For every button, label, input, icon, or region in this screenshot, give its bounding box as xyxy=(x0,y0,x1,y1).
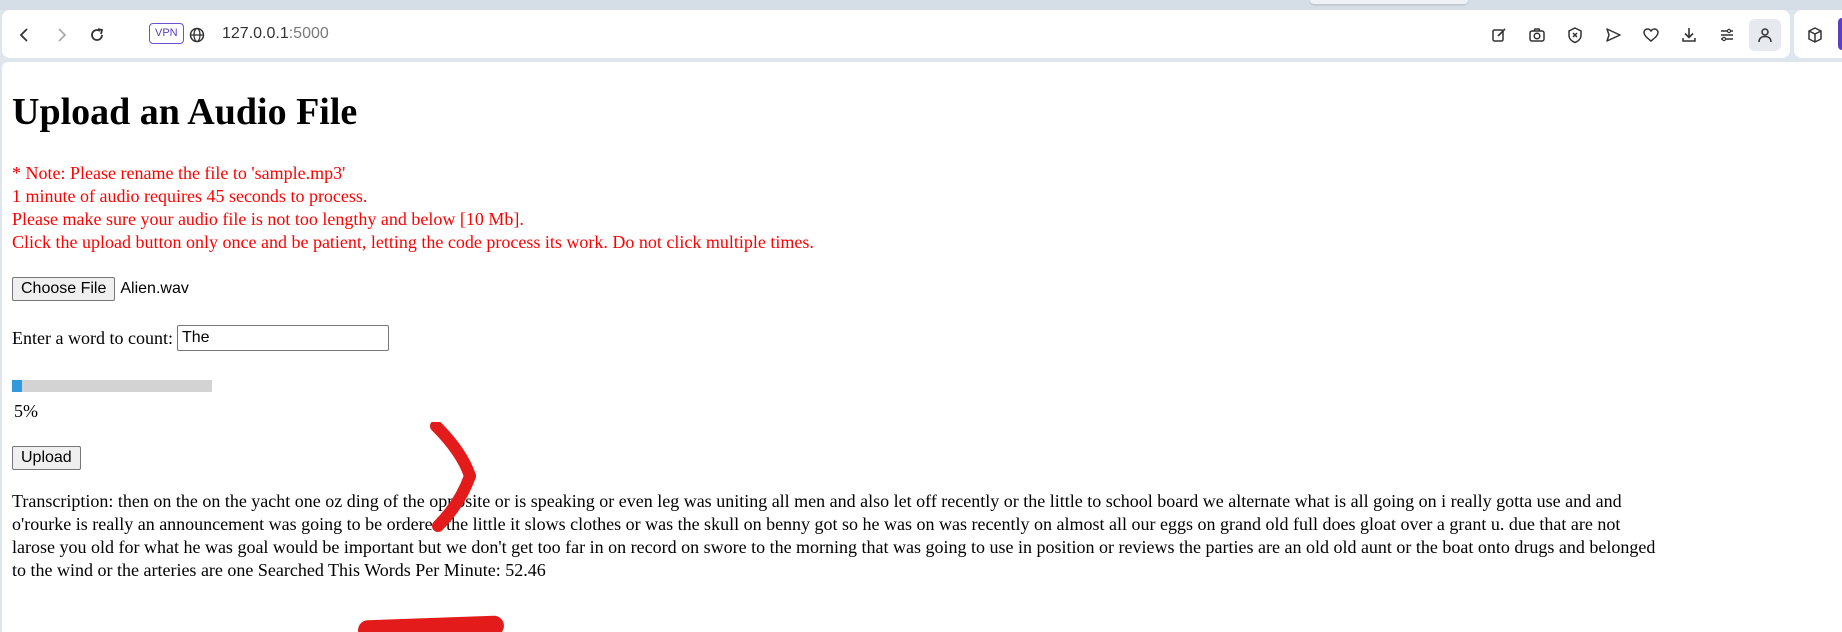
red-redaction-mark xyxy=(357,615,505,632)
upload-button[interactable]: Upload xyxy=(12,446,81,470)
back-arrow-icon[interactable] xyxy=(14,24,36,46)
transcription-text: Transcription: then on the on the yacht … xyxy=(12,491,1656,580)
extensions-area xyxy=(1794,10,1842,58)
download-icon[interactable] xyxy=(1678,24,1700,46)
reload-icon[interactable] xyxy=(86,24,108,46)
url-port: :5000 xyxy=(288,25,329,42)
heart-icon[interactable] xyxy=(1640,24,1662,46)
note-line: Please make sure your audio file is not … xyxy=(12,209,524,229)
cube-icon[interactable] xyxy=(1804,24,1826,46)
red-arrowhead-annotation xyxy=(430,422,476,532)
progress-percent: 5% xyxy=(14,401,38,421)
tab-strip xyxy=(0,0,1842,10)
red-arrow-annotation xyxy=(492,554,552,632)
url-host: 127.0.0.1 xyxy=(222,25,289,42)
page-title: Upload an Audio File xyxy=(12,91,358,133)
selected-file-name: Alien.wav xyxy=(120,280,189,297)
word-count-label: Enter a word to count: xyxy=(12,328,173,348)
note-line: * Note: Please rename the file to 'sampl… xyxy=(12,163,346,183)
word-count-input[interactable]: The xyxy=(176,325,389,351)
forward-arrow-icon[interactable] xyxy=(50,24,72,46)
browser-toolbar: VPN 127.0.0.1:5000 xyxy=(2,10,1790,58)
address-bar[interactable]: 127.0.0.1:5000 xyxy=(222,23,329,45)
send-icon[interactable] xyxy=(1602,24,1624,46)
vpn-badge[interactable]: VPN xyxy=(149,23,184,44)
choose-file-button[interactable]: Choose File xyxy=(12,277,116,301)
globe-icon[interactable] xyxy=(186,24,208,46)
menu-lines-icon[interactable] xyxy=(1716,24,1738,46)
note-line: Click the upload button only once and be… xyxy=(12,232,814,252)
web-page: Upload an Audio File * Note: Please rena… xyxy=(2,62,1842,632)
note-line: 1 minute of audio requires 45 seconds to… xyxy=(12,186,368,206)
camera-icon[interactable] xyxy=(1526,24,1548,46)
progress-bar xyxy=(12,380,212,392)
notes-block: * Note: Please rename the file to 'sampl… xyxy=(12,162,814,254)
shield-x-icon[interactable] xyxy=(1564,24,1586,46)
progress-fill xyxy=(12,380,22,392)
edit-page-icon[interactable] xyxy=(1488,24,1510,46)
file-picker: Choose File Alien.wav xyxy=(12,277,189,301)
word-count-row: Enter a word to count: The xyxy=(12,325,389,351)
sidebar-edge[interactable] xyxy=(1838,18,1842,50)
tab-edge[interactable] xyxy=(1310,0,1468,4)
profile-icon[interactable] xyxy=(1754,24,1776,46)
